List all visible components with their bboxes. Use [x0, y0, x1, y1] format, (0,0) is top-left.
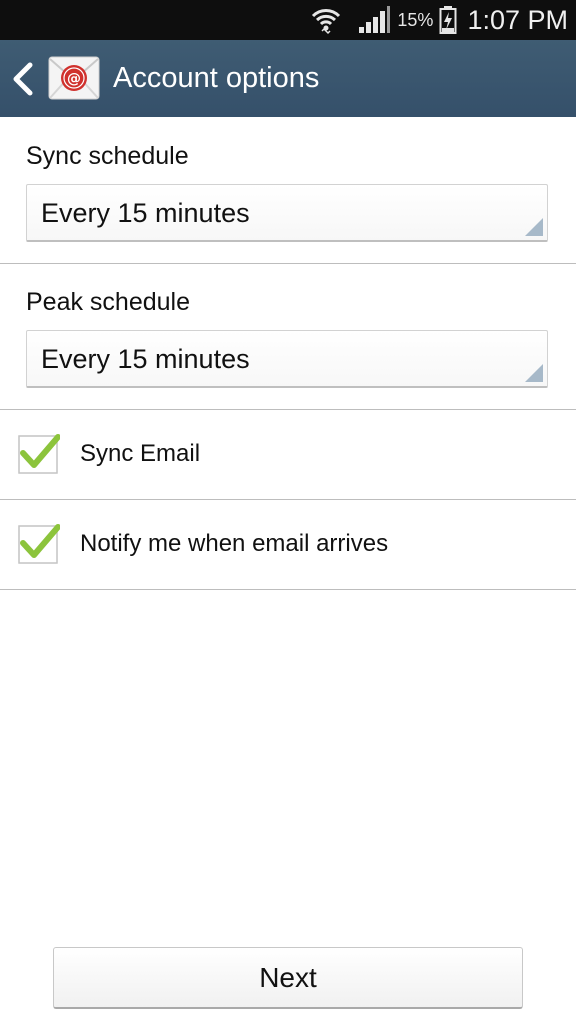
peak-schedule-label: Peak schedule: [26, 288, 191, 316]
sync-schedule-dropdown[interactable]: Every 15 minutes: [26, 184, 548, 242]
peak-schedule-dropdown[interactable]: Every 15 minutes: [26, 330, 548, 388]
sync-schedule-value: Every 15 minutes: [41, 198, 250, 228]
status-bar: 15% 1:07 PM: [0, 0, 576, 40]
chevron-left-icon[interactable]: [10, 62, 36, 96]
peak-schedule-value: Every 15 minutes: [41, 344, 250, 374]
notify-row[interactable]: Notify me when email arrives: [0, 500, 576, 588]
battery-percent: 15%: [397, 9, 434, 30]
divider: [0, 589, 576, 590]
dropdown-corner-icon: [525, 364, 543, 382]
svg-text:@: @: [67, 71, 81, 87]
action-bar: @ Account options: [0, 40, 576, 117]
page-title: Account options: [113, 62, 320, 94]
sync-email-row[interactable]: Sync Email: [0, 410, 576, 498]
divider: [0, 263, 576, 264]
sync-schedule-label: Sync schedule: [26, 142, 189, 170]
signal-icon: [359, 6, 391, 33]
notify-checkbox[interactable]: [18, 522, 60, 564]
notify-label: Notify me when email arrives: [80, 530, 389, 557]
status-time: 1:07 PM: [467, 4, 568, 35]
email-app-icon[interactable]: @: [48, 54, 100, 102]
status-icons: 15% 1:07 PM: [311, 0, 568, 40]
wifi-icon: [312, 9, 341, 35]
battery-charging-icon: [439, 6, 457, 34]
dropdown-corner-icon: [525, 218, 543, 236]
sync-email-label: Sync Email: [80, 440, 201, 467]
next-button[interactable]: Next: [53, 947, 523, 1009]
sync-email-checkbox[interactable]: [18, 432, 60, 474]
